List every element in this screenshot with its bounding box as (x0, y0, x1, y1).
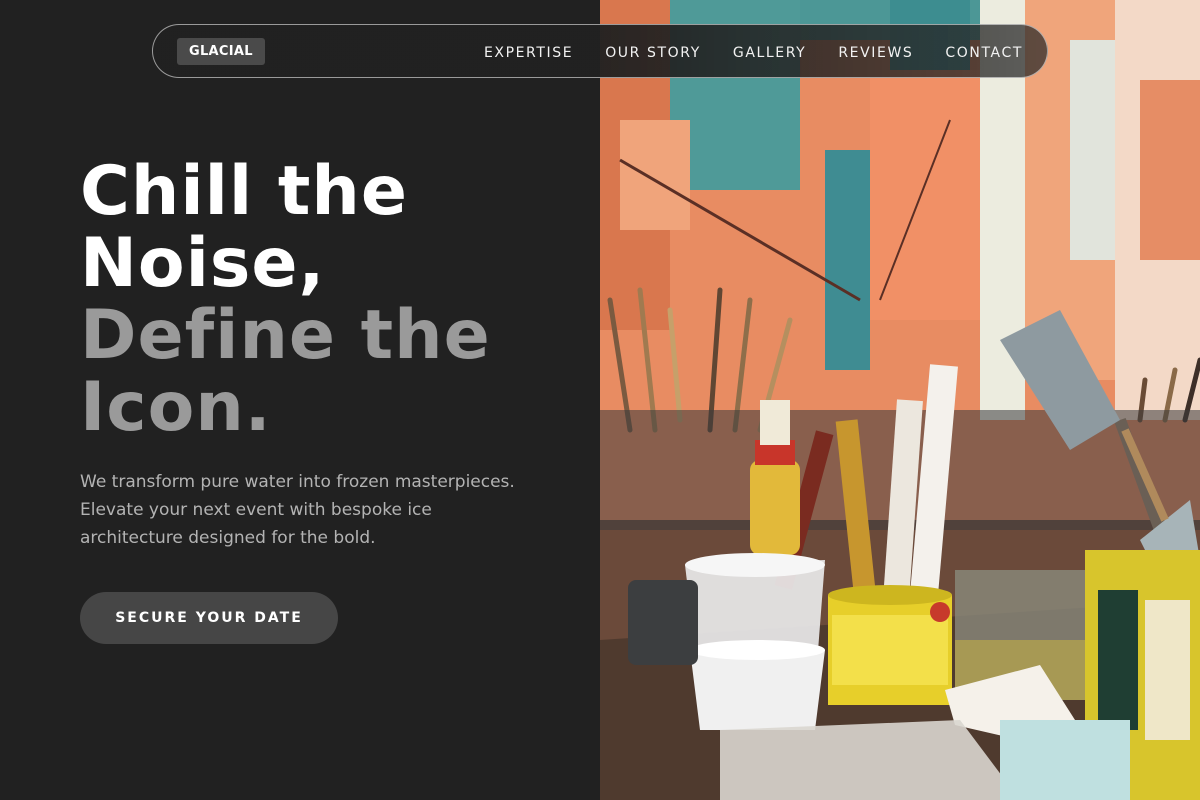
hero-headline: Chill the Noise, Define the Icon. (80, 156, 491, 444)
hero-photo (600, 0, 1200, 800)
nav-links: EXPERTISE OUR STORY GALLERY REVIEWS CONT… (484, 42, 1023, 61)
secure-your-date-button[interactable]: SECURE YOUR DATE (80, 592, 338, 644)
headline-line-4: Icon. (80, 368, 272, 447)
brand-logo[interactable]: GLACIAL (177, 37, 265, 65)
nav-link-expertise[interactable]: EXPERTISE (484, 45, 573, 61)
headline-line-2: Noise, (80, 224, 326, 303)
nav-link-contact[interactable]: CONTACT (945, 45, 1023, 61)
nav-link-reviews[interactable]: REVIEWS (838, 45, 913, 61)
nav-link-our-story[interactable]: OUR STORY (605, 45, 701, 61)
headline-line-1: Chill the (80, 152, 408, 231)
nav-link-gallery[interactable]: GALLERY (733, 45, 806, 61)
hero-subtext: We transform pure water into frozen mast… (80, 472, 515, 548)
headline-line-3: Define the (80, 296, 491, 375)
top-navbar: GLACIAL EXPERTISE OUR STORY GALLERY REVI… (152, 24, 1048, 78)
